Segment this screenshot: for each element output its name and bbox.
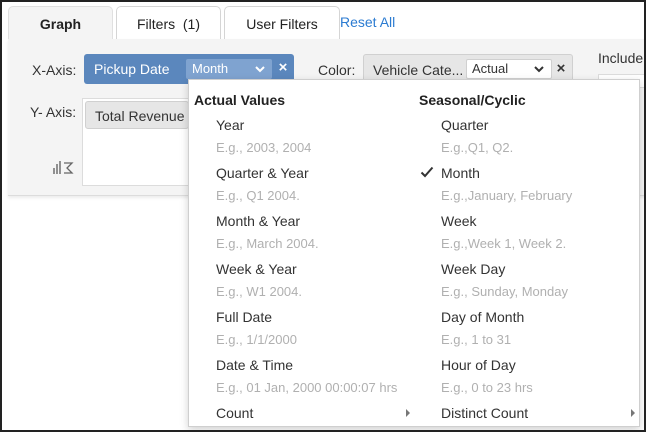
- close-icon[interactable]: ×: [276, 60, 290, 76]
- option-label: Day of Month: [441, 309, 525, 325]
- include-label: Include: [598, 50, 644, 66]
- option-day-of-month[interactable]: Day of Month E.g., 1 to 31: [441, 309, 631, 347]
- option-month-year[interactable]: Month & Year E.g., March 2004.: [216, 213, 416, 251]
- option-example: E.g., March 2004.: [216, 236, 319, 251]
- x-axis-aggregation-value: Month: [192, 61, 229, 76]
- option-full-date[interactable]: Full Date E.g., 1/1/2000: [216, 309, 416, 347]
- color-label: Color:: [318, 62, 356, 78]
- option-hour-of-day[interactable]: Hour of Day E.g., 0 to 23 hrs: [441, 357, 631, 395]
- option-example: E.g., 1/1/2000: [216, 332, 297, 347]
- option-example: E.g., Sunday, Monday: [441, 284, 568, 299]
- y-axis-label: Y- Axis:: [30, 104, 77, 120]
- option-example: E.g., W1 2004.: [216, 284, 302, 299]
- option-quarter[interactable]: Quarter E.g.,Q1, Q2.: [441, 117, 631, 155]
- close-icon[interactable]: ×: [554, 61, 568, 77]
- option-label: Week & Year: [216, 261, 297, 277]
- option-label: Date & Time: [216, 357, 294, 373]
- option-label: Week Day: [441, 261, 506, 277]
- option-week-year[interactable]: Week & Year E.g., W1 2004.: [216, 261, 416, 299]
- caret-right-icon: [406, 409, 410, 417]
- option-example: E.g.,Week 1, Week 2.: [441, 236, 567, 251]
- option-example: E.g., 1 to 31: [441, 332, 512, 347]
- option-count[interactable]: Count: [216, 405, 416, 421]
- sort-icon[interactable]: [52, 158, 74, 176]
- option-label: Distinct Count: [441, 405, 529, 421]
- option-distinct-count[interactable]: Distinct Count: [441, 405, 631, 421]
- check-icon: [420, 166, 434, 178]
- chevron-down-icon: [534, 66, 544, 73]
- x-axis-field-name: Pickup Date: [94, 61, 170, 77]
- option-quarter-year[interactable]: Quarter & Year E.g., Q1 2004.: [216, 165, 416, 203]
- tab-graph-label: Graph: [39, 15, 82, 32]
- option-example: E.g., 0 to 23 hrs: [441, 380, 533, 395]
- option-label: Month: [441, 165, 480, 181]
- x-axis-aggregation-select[interactable]: Month: [186, 59, 272, 79]
- tab-user-filters[interactable]: User Filters: [224, 6, 340, 40]
- caret-right-icon: [631, 409, 635, 417]
- option-week[interactable]: Week E.g.,Week 1, Week 2.: [441, 213, 631, 251]
- option-month[interactable]: Month E.g.,January, February: [441, 165, 631, 203]
- tab-graph[interactable]: Graph: [8, 6, 113, 40]
- y-axis-field-chip[interactable]: Total Revenue: [85, 101, 189, 129]
- option-label: Full Date: [216, 309, 273, 325]
- option-example: E.g., 2003, 2004: [216, 140, 312, 155]
- option-week-day[interactable]: Week Day E.g., Sunday, Monday: [441, 261, 631, 299]
- date-aggregation-dropdown: Actual Values Seasonal/Cyclic Year E.g.,…: [188, 79, 640, 427]
- option-label: Quarter: [441, 117, 489, 133]
- option-label: Year: [216, 117, 245, 133]
- reset-all-link[interactable]: Reset All: [340, 14, 395, 30]
- option-label: Quarter & Year: [216, 165, 309, 181]
- x-axis-label: X-Axis:: [32, 62, 77, 78]
- app-frame: Graph Filters (1) User Filters Reset All…: [0, 0, 646, 432]
- option-example: E.g.,January, February: [441, 188, 573, 203]
- chevron-down-icon: [255, 66, 265, 73]
- tab-filters[interactable]: Filters (1): [116, 6, 221, 40]
- seasonal-cyclic-heading: Seasonal/Cyclic: [419, 92, 526, 108]
- option-label: Month & Year: [216, 213, 301, 229]
- option-label: Count: [216, 405, 254, 421]
- option-date-time[interactable]: Date & Time E.g., 01 Jan, 2000 00:00:07 …: [216, 357, 416, 395]
- option-label: Week: [441, 213, 477, 229]
- color-aggregation-value: Actual: [472, 61, 509, 76]
- color-aggregation-select[interactable]: Actual: [466, 59, 552, 79]
- option-example: E.g.,Q1, Q2.: [441, 140, 514, 155]
- option-example: E.g., Q1 2004.: [216, 188, 300, 203]
- y-axis-field-name: Total Revenue: [95, 108, 185, 124]
- option-example: E.g., 01 Jan, 2000 00:00:07 hrs: [216, 380, 398, 395]
- tab-user-filters-label: User Filters: [246, 15, 318, 32]
- tab-filters-label: Filters (1): [137, 15, 200, 32]
- actual-values-heading: Actual Values: [194, 92, 286, 108]
- color-field-name: Vehicle Cate...: [373, 62, 464, 78]
- option-year[interactable]: Year E.g., 2003, 2004: [216, 117, 416, 155]
- option-label: Hour of Day: [441, 357, 516, 373]
